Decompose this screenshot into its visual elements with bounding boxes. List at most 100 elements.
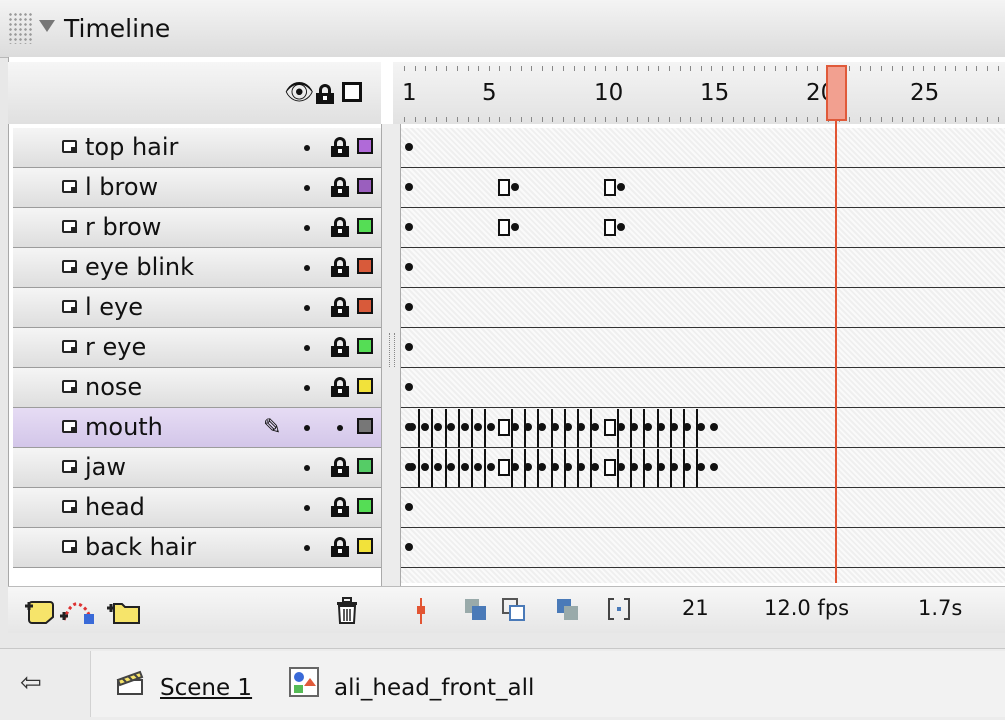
visibility-toggle[interactable] <box>304 425 310 431</box>
edit-multiple-frames-icon[interactable] <box>554 596 582 628</box>
ruler-tick <box>574 117 575 122</box>
back-arrow-icon[interactable]: ⇦ <box>20 668 42 698</box>
frame-separator <box>657 409 659 447</box>
insert-layer-folder-icon[interactable] <box>104 596 144 630</box>
visibility-toggle[interactable] <box>304 505 310 511</box>
blank-keyframe <box>498 419 510 436</box>
ruler-tick <box>817 66 818 71</box>
panel-grip-handle[interactable] <box>8 12 32 44</box>
layer-icon <box>62 540 77 553</box>
lock-toggle[interactable] <box>337 425 343 431</box>
frame-label: 1 <box>402 80 417 106</box>
frame-separator <box>630 409 632 447</box>
eye-icon[interactable]: 👁 <box>284 80 314 104</box>
ruler-tick <box>499 117 500 122</box>
outline-color-swatch[interactable] <box>357 418 373 434</box>
layer-icon <box>62 500 77 513</box>
outline-color-swatch[interactable] <box>357 458 373 474</box>
outline-color-swatch[interactable] <box>357 498 373 514</box>
outline-icon[interactable] <box>342 82 362 102</box>
visibility-toggle[interactable] <box>304 265 310 271</box>
modify-onion-markers-icon[interactable] <box>606 596 632 628</box>
outline-color-swatch[interactable] <box>357 138 373 154</box>
layer-row[interactable]: l eye <box>13 288 381 328</box>
layer-row[interactable]: eye blink <box>13 248 381 288</box>
lock-icon[interactable] <box>331 257 349 277</box>
lock-icon[interactable] <box>331 137 349 157</box>
ruler-tick <box>945 117 946 122</box>
layer-icon <box>62 420 77 433</box>
ruler-tick <box>457 66 458 71</box>
ruler-tick <box>966 66 967 71</box>
divider-grip-handle[interactable] <box>389 333 395 367</box>
onion-skin-icon[interactable] <box>462 596 490 628</box>
frame-row-divider <box>401 327 1005 328</box>
frame-separator <box>458 449 460 487</box>
layer-row[interactable]: r brow <box>13 208 381 248</box>
layer-row[interactable]: top hair <box>13 128 381 168</box>
visibility-toggle[interactable] <box>304 345 310 351</box>
layer-name: back hair <box>85 533 197 561</box>
frame-separator <box>696 409 698 447</box>
lock-icon[interactable] <box>331 537 349 557</box>
insert-layer-icon[interactable] <box>22 596 58 630</box>
visibility-toggle[interactable] <box>304 145 310 151</box>
frame-separator <box>511 449 513 487</box>
layer-row[interactable]: head <box>13 488 381 528</box>
layer-row[interactable]: mouth ✎ <box>13 408 381 448</box>
visibility-toggle[interactable] <box>304 545 310 551</box>
lock-icon[interactable] <box>331 457 349 477</box>
ruler-tick <box>457 117 458 122</box>
layer-row[interactable]: nose <box>13 368 381 408</box>
layer-row[interactable]: r eye <box>13 328 381 368</box>
ruler-tick <box>584 66 585 71</box>
blank-keyframe <box>498 219 510 236</box>
ruler-tick <box>701 117 702 122</box>
onion-skin-outlines-icon[interactable] <box>500 596 528 628</box>
ruler-tick <box>637 66 638 71</box>
scene-link[interactable]: Scene 1 <box>160 675 252 701</box>
lock-icon[interactable] <box>331 337 349 357</box>
collapse-triangle-icon[interactable] <box>39 20 55 32</box>
ruler-tick <box>881 117 882 122</box>
ruler-tick <box>711 117 712 122</box>
trash-icon[interactable] <box>333 596 361 630</box>
outline-color-swatch[interactable] <box>357 338 373 354</box>
lock-icon[interactable] <box>331 217 349 237</box>
lock-icon[interactable] <box>331 497 349 517</box>
layer-icon <box>62 460 77 473</box>
lock-icon[interactable] <box>331 177 349 197</box>
visibility-toggle[interactable] <box>304 385 310 391</box>
outline-color-swatch[interactable] <box>357 218 373 234</box>
outline-color-swatch[interactable] <box>357 298 373 314</box>
outline-color-swatch[interactable] <box>357 178 373 194</box>
ruler-tick <box>923 66 924 71</box>
frame-separator <box>471 449 473 487</box>
playhead[interactable] <box>826 65 847 121</box>
frame-separator <box>617 449 619 487</box>
frame-row-divider <box>401 567 1005 568</box>
frame-rate[interactable]: 12.0 fps <box>764 596 849 620</box>
frame-grid[interactable] <box>401 128 1005 583</box>
lock-icon[interactable] <box>316 84 335 104</box>
center-frame-icon[interactable] <box>414 596 428 630</box>
add-motion-guide-icon[interactable] <box>58 596 98 630</box>
visibility-toggle[interactable] <box>304 225 310 231</box>
outline-color-swatch[interactable] <box>357 378 373 394</box>
layer-row[interactable]: l brow <box>13 168 381 208</box>
frame-separator <box>484 409 486 447</box>
layer-name: l eye <box>85 293 144 321</box>
frame-row-divider <box>401 407 1005 408</box>
visibility-toggle[interactable] <box>304 185 310 191</box>
lock-icon[interactable] <box>331 297 349 317</box>
symbol-name[interactable]: ali_head_front_all <box>334 675 534 701</box>
outline-color-swatch[interactable] <box>357 258 373 274</box>
outline-color-swatch[interactable] <box>357 538 373 554</box>
ruler-tick <box>955 117 956 122</box>
visibility-toggle[interactable] <box>304 465 310 471</box>
layer-row[interactable]: jaw <box>13 448 381 488</box>
ruler-tick <box>415 66 416 71</box>
layer-row[interactable]: back hair <box>13 528 381 568</box>
visibility-toggle[interactable] <box>304 305 310 311</box>
lock-icon[interactable] <box>331 377 349 397</box>
